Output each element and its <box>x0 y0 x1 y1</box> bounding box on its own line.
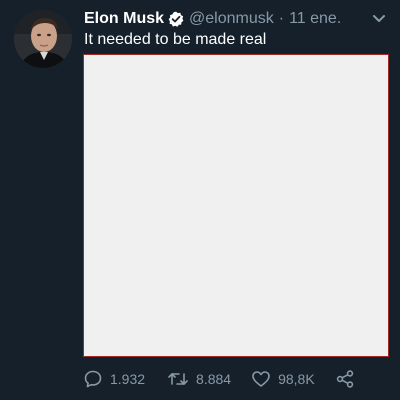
avatar-photo <box>14 10 72 68</box>
verified-badge-icon <box>168 11 184 27</box>
tweet-header: Elon Musk @elonmusk · 11 ene. <box>84 8 341 30</box>
reply-icon <box>84 370 102 388</box>
like-button[interactable]: 98,8K <box>251 369 315 389</box>
avatar[interactable] <box>14 10 72 68</box>
tweet-text: It needed to be made real <box>84 31 267 48</box>
tweet-media[interactable] <box>83 54 389 357</box>
tweet: Elon Musk @elonmusk · 11 ene. It needed … <box>0 0 400 400</box>
share-button[interactable] <box>335 369 355 389</box>
reply-count: 1.932 <box>110 371 146 387</box>
retweet-button[interactable]: 8.884 <box>167 369 231 389</box>
author-handle[interactable]: @elonmusk <box>189 10 274 28</box>
tweet-actions: 1.932 8.884 98,8K <box>83 368 355 390</box>
heart-icon <box>252 371 270 387</box>
author-name[interactable]: Elon Musk <box>84 10 164 28</box>
share-icon <box>336 370 353 388</box>
chevron-down-icon[interactable] <box>371 12 387 26</box>
header-separator: · <box>278 10 285 27</box>
reply-button[interactable]: 1.932 <box>83 369 145 389</box>
retweet-icon <box>168 373 188 385</box>
tweet-date[interactable]: 11 ene. <box>289 10 341 28</box>
retweet-count: 8.884 <box>196 371 232 387</box>
like-count: 98,8K <box>278 371 315 387</box>
